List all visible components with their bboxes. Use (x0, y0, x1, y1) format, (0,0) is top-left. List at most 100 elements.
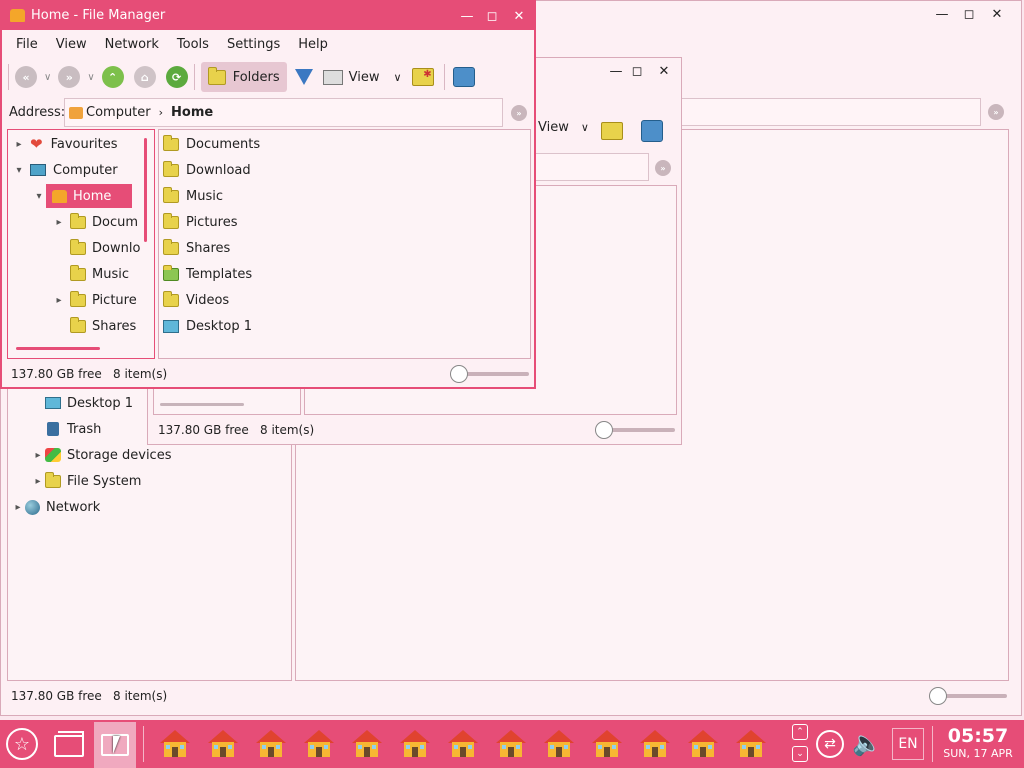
expand-arrow-icon[interactable]: ▸ (11, 502, 25, 513)
menu-help[interactable]: Help (289, 37, 337, 52)
menu-file[interactable]: File (7, 37, 47, 52)
tree-item-filesystem[interactable]: ▸ File System (31, 468, 141, 494)
tree-item-pictures[interactable]: ▸ Picture (52, 287, 137, 313)
close-button[interactable]: ✕ (508, 6, 530, 26)
expand-arrow-icon[interactable]: ▸ (31, 450, 45, 461)
chevron-down-icon[interactable]: ∨ (87, 72, 94, 83)
home-button[interactable]: ⌂ (133, 62, 156, 92)
go-icon[interactable]: » (511, 105, 527, 121)
home-icon[interactable] (445, 726, 481, 760)
start-menu-button[interactable]: ☆ (6, 728, 38, 760)
tree-item-download[interactable]: Downlo (52, 235, 140, 261)
file-manager-taskbar-button[interactable] (94, 722, 136, 768)
close-button[interactable]: ✕ (986, 4, 1008, 24)
file-item-templates[interactable]: Templates (163, 261, 252, 287)
folders-toggle-button[interactable]: Folders (200, 62, 287, 92)
tree-scrollbar[interactable] (160, 403, 244, 406)
home-icon[interactable] (349, 726, 385, 760)
title-bar[interactable]: Home - File Manager — ◻ ✕ (2, 2, 534, 30)
tree-item-computer[interactable]: ▾ Computer (12, 157, 117, 183)
expand-arrow-icon[interactable]: ▸ (12, 139, 26, 150)
expand-arrow-icon[interactable]: ▸ (31, 476, 45, 487)
tree-horizontal-scrollbar[interactable] (16, 347, 100, 350)
tree-item-documents[interactable]: ▸ Docum (52, 209, 138, 235)
tree-item-home[interactable]: ▾ Home (32, 183, 132, 209)
tray-expand-up-icon[interactable]: ⌃ (792, 724, 808, 740)
file-item-shares[interactable]: Shares (163, 235, 230, 261)
breadcrumb-computer[interactable]: Computer (86, 105, 151, 120)
tree-item-desktop[interactable]: Desktop 1 (31, 390, 133, 416)
home-icon[interactable] (733, 726, 769, 760)
zoom-slider[interactable] (595, 421, 675, 439)
home-icon[interactable] (637, 726, 673, 760)
view-menu-button[interactable]: View ∨ (322, 62, 402, 92)
minimize-button[interactable]: — (931, 4, 953, 24)
refresh-button[interactable]: ⟳ (165, 62, 188, 92)
maximize-button[interactable]: ◻ (481, 6, 503, 26)
expand-arrow-icon[interactable]: ▸ (52, 295, 66, 306)
connect-button[interactable] (452, 62, 475, 92)
usb-icon[interactable]: ⇄ (816, 730, 844, 758)
home-icon[interactable] (397, 726, 433, 760)
address-bar[interactable]: Computer › Home (64, 98, 503, 127)
zoom-slider[interactable] (450, 365, 529, 383)
zoom-slider-handle[interactable] (595, 421, 613, 439)
file-item-pictures[interactable]: Pictures (163, 209, 237, 235)
connect-icon[interactable] (641, 120, 663, 142)
new-folder-icon[interactable] (601, 122, 623, 140)
tree-vertical-scrollbar[interactable] (144, 138, 147, 242)
tree-item-label: Home (73, 188, 112, 204)
tree-item-music[interactable]: Music (52, 261, 129, 287)
volume-icon[interactable]: 🔈 (852, 728, 886, 758)
back-button[interactable]: « (15, 62, 37, 92)
breadcrumb-home[interactable]: Home (171, 105, 213, 120)
file-item-videos[interactable]: Videos (163, 287, 229, 313)
maximize-button[interactable]: ◻ (958, 4, 980, 24)
zoom-slider[interactable] (929, 687, 1007, 705)
close-button[interactable]: ✕ (653, 61, 675, 81)
home-icon[interactable] (301, 726, 337, 760)
language-indicator[interactable]: EN (892, 728, 924, 760)
file-item-documents[interactable]: Documents (163, 131, 260, 157)
home-icon[interactable] (493, 726, 529, 760)
forward-button[interactable]: » (58, 62, 81, 92)
file-item-download[interactable]: Download (163, 157, 251, 183)
home-icon[interactable] (541, 726, 577, 760)
storage-icon (45, 448, 61, 462)
minimize-button[interactable]: — (605, 61, 627, 81)
show-desktop-button[interactable] (52, 729, 86, 759)
minimize-button[interactable]: — (456, 6, 478, 26)
go-icon[interactable]: » (988, 104, 1004, 120)
tree-item-network[interactable]: ▸ Network (11, 494, 100, 520)
tree-item-storage[interactable]: ▸ Storage devices (31, 442, 171, 468)
zoom-slider-handle[interactable] (450, 365, 468, 383)
menu-settings[interactable]: Settings (218, 37, 289, 52)
collapse-arrow-icon[interactable]: ▾ (12, 165, 26, 176)
home-icon[interactable] (205, 726, 241, 760)
clock[interactable]: 05:57 SUN, 17 APR (938, 725, 1018, 761)
tree-item-favourites[interactable]: ▸ ❤ Favourites (12, 131, 117, 157)
filter-button[interactable] (294, 62, 313, 92)
tree-item-shares[interactable]: Shares (52, 313, 136, 339)
menu-view[interactable]: View (47, 37, 96, 52)
file-item-music[interactable]: Music (163, 183, 223, 209)
zoom-slider-handle[interactable] (929, 687, 947, 705)
tree-item-trash[interactable]: Trash (31, 416, 101, 442)
menu-network[interactable]: Network (96, 37, 168, 52)
view-menu-button[interactable]: View ∨ (538, 120, 589, 135)
menu-tools[interactable]: Tools (168, 37, 218, 52)
home-icon[interactable] (685, 726, 721, 760)
go-icon[interactable]: » (655, 160, 671, 176)
new-folder-button[interactable]: ✱ (411, 62, 434, 92)
home-icon[interactable] (589, 726, 625, 760)
up-button[interactable]: ⌃ (101, 62, 124, 92)
maximize-button[interactable]: ◻ (626, 61, 648, 81)
expand-arrow-icon[interactable]: ▸ (52, 217, 66, 228)
file-item-desktop[interactable]: Desktop 1 (163, 313, 252, 339)
address-bar[interactable] (531, 153, 649, 181)
home-icon[interactable] (157, 726, 193, 760)
chevron-down-icon[interactable]: ∨ (44, 72, 51, 83)
collapse-arrow-icon[interactable]: ▾ (32, 191, 46, 202)
tray-expand-down-icon[interactable]: ⌄ (792, 746, 808, 762)
home-icon[interactable] (253, 726, 289, 760)
